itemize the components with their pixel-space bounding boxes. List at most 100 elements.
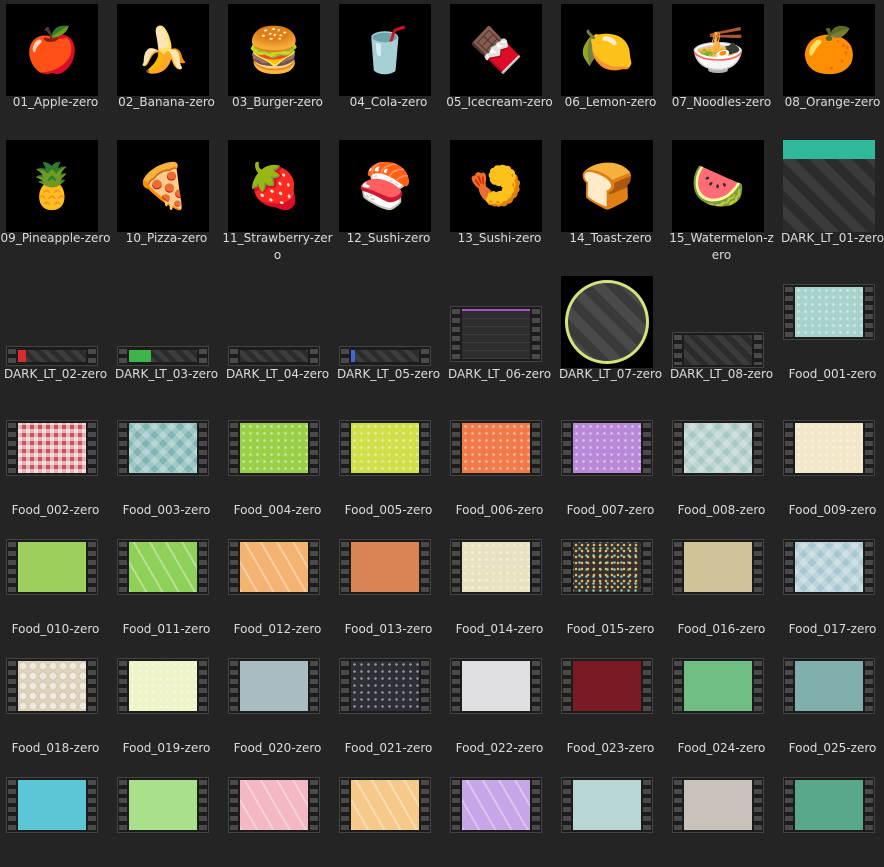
asset-thumbnail[interactable] [450, 769, 542, 861]
asset-thumbnail[interactable]: 🍫 [450, 4, 542, 96]
asset-thumbnail[interactable] [561, 650, 653, 742]
asset-label: 15_Watermelon-zero [669, 231, 774, 262]
film-strip-frame [6, 420, 98, 476]
asset-thumbnail[interactable] [672, 276, 764, 368]
asset-thumbnail[interactable]: 🍜 [672, 4, 764, 96]
film-strip-frame [561, 658, 653, 714]
asset-label: DARK_LT_08-zero [669, 367, 774, 381]
asset-label: DARK_LT_03-zero [114, 367, 219, 381]
asset-thumbnail[interactable]: 🍍 [6, 140, 98, 232]
asset-label: Food_018-zero [11, 741, 100, 755]
film-strip-frame [450, 658, 542, 714]
asset-label: Food_016-zero [677, 622, 766, 636]
pattern-preview [795, 661, 863, 711]
asset-thumbnail[interactable] [450, 650, 542, 742]
asset-label: Food_021-zero [344, 741, 433, 755]
asset-thumbnail[interactable]: 🍋 [561, 4, 653, 96]
strawberry-icon: 🍓 [246, 161, 302, 212]
asset-thumbnail[interactable]: 🍞 [561, 140, 653, 232]
asset-label: Food_006-zero [455, 503, 544, 517]
pattern-preview [684, 542, 752, 592]
asset-thumbnail[interactable] [783, 276, 875, 368]
asset-label: Food_025-zero [788, 741, 877, 755]
asset-thumbnail[interactable] [339, 276, 431, 368]
asset-thumbnail[interactable]: 🍉 [672, 140, 764, 232]
asset-label: Food_007-zero [566, 503, 655, 517]
asset-thumbnail[interactable] [6, 276, 98, 368]
pattern-preview [240, 661, 308, 711]
asset-thumbnail[interactable] [561, 276, 653, 368]
asset-label: DARK_LT_01-zero [780, 231, 884, 245]
asset-thumbnail[interactable] [228, 769, 320, 861]
asset-label: 06_Lemon-zero [564, 95, 657, 109]
asset-thumbnail[interactable] [450, 531, 542, 623]
asset-thumbnail[interactable] [450, 412, 542, 504]
asset-thumbnail[interactable] [117, 769, 209, 861]
asset-thumbnail[interactable] [783, 769, 875, 861]
asset-label: 13_Sushi-zero [457, 231, 542, 245]
asset-thumbnail[interactable] [783, 531, 875, 623]
asset-thumbnail[interactable] [783, 140, 875, 232]
asset-thumbnail[interactable] [228, 412, 320, 504]
asset-thumbnail[interactable]: 🍎 [6, 4, 98, 96]
asset-thumbnail[interactable] [117, 531, 209, 623]
film-strip-frame [339, 539, 431, 595]
asset-thumbnail[interactable]: 🍊 [783, 4, 875, 96]
asset-label: Food_001-zero [788, 367, 877, 381]
asset-thumbnail[interactable] [6, 769, 98, 861]
asset-thumbnail[interactable] [228, 531, 320, 623]
asset-thumbnail[interactable] [228, 276, 320, 368]
asset-label: Food_015-zero [566, 622, 655, 636]
asset-thumbnail[interactable] [339, 531, 431, 623]
asset-thumbnail[interactable] [450, 276, 542, 368]
pattern-preview [462, 780, 530, 830]
asset-thumbnail[interactable] [117, 650, 209, 742]
asset-label: 10_Pizza-zero [125, 231, 208, 245]
asset-thumbnail[interactable] [228, 650, 320, 742]
asset-thumbnail[interactable] [783, 412, 875, 504]
asset-thumbnail[interactable]: 🍔 [228, 4, 320, 96]
asset-thumbnail[interactable] [672, 412, 764, 504]
asset-thumbnail[interactable] [6, 412, 98, 504]
pattern-preview [573, 780, 641, 830]
asset-thumbnail[interactable]: 🥤 [339, 4, 431, 96]
pattern-preview [129, 423, 197, 473]
asset-thumbnail[interactable] [339, 769, 431, 861]
pattern-preview [18, 542, 86, 592]
asset-label: Food_003-zero [122, 503, 211, 517]
pattern-preview [240, 542, 308, 592]
asset-thumbnail[interactable] [561, 412, 653, 504]
asset-thumbnail[interactable] [672, 650, 764, 742]
asset-label: DARK_LT_04-zero [225, 367, 330, 381]
pattern-preview [240, 423, 308, 473]
asset-label: Food_004-zero [233, 503, 322, 517]
pizza-icon: 🍕 [135, 161, 191, 212]
pattern-preview [462, 661, 530, 711]
asset-thumbnail[interactable] [6, 531, 98, 623]
asset-thumbnail[interactable] [339, 412, 431, 504]
asset-thumbnail[interactable] [783, 650, 875, 742]
asset-label: Food_010-zero [11, 622, 100, 636]
asset-thumbnail[interactable]: 🍣 [339, 140, 431, 232]
asset-thumbnail[interactable] [339, 650, 431, 742]
asset-thumbnail[interactable] [117, 276, 209, 368]
pattern-preview [351, 542, 419, 592]
asset-thumbnail[interactable] [561, 531, 653, 623]
asset-thumbnail[interactable] [117, 412, 209, 504]
pattern-preview [795, 423, 863, 473]
asset-thumbnail[interactable]: 🍓 [228, 140, 320, 232]
film-strip-frame [117, 777, 209, 833]
film-strip-frame [450, 777, 542, 833]
asset-thumbnail[interactable] [561, 769, 653, 861]
asset-label: Food_008-zero [677, 503, 766, 517]
pattern-preview [573, 423, 641, 473]
asset-thumbnail[interactable]: 🍌 [117, 4, 209, 96]
asset-thumbnail[interactable] [672, 769, 764, 861]
asset-thumbnail[interactable]: 🍕 [117, 140, 209, 232]
icecream-icon: 🍫 [468, 25, 524, 76]
asset-label: Food_023-zero [566, 741, 655, 755]
asset-thumbnail[interactable] [672, 531, 764, 623]
banana-icon: 🍌 [135, 25, 191, 76]
asset-thumbnail[interactable] [6, 650, 98, 742]
asset-thumbnail[interactable]: 🍤 [450, 140, 542, 232]
